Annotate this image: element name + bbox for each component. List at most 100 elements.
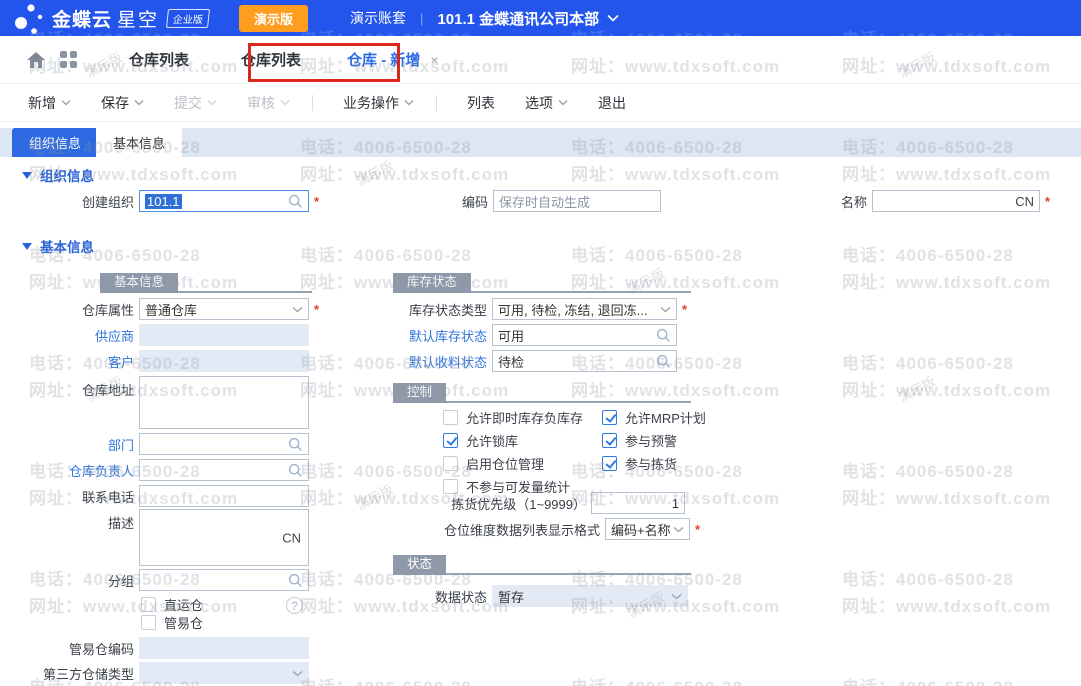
default-receive-input[interactable]: 待检 (492, 350, 677, 372)
demo-version-button[interactable]: 演示版 (239, 5, 308, 32)
checkbox-guanyi: 管易仓 (141, 613, 203, 632)
group-status: 状态 (393, 555, 691, 575)
guanyi-code-input (139, 637, 309, 659)
options-button[interactable]: 选项 (525, 93, 568, 113)
address-textarea[interactable] (139, 376, 309, 429)
required-mark: * (695, 522, 700, 537)
mrp-checkbox[interactable] (602, 410, 617, 425)
bin-display-format-select[interactable]: 编码+名称 (605, 518, 690, 540)
business-operation-button[interactable]: 业务操作 (343, 93, 414, 113)
data-status-value: 暂存 (498, 587, 524, 606)
default-inventory-input[interactable]: 可用 (492, 324, 677, 346)
create-org-input[interactable]: 101.1 (139, 190, 309, 212)
warehouse-attr-select[interactable]: 普通仓库 (139, 298, 309, 320)
field-default-inventory: 默认库存状态 可用 (393, 324, 677, 346)
field-inventory-type: 库存状态类型 可用, 待检, 冻结, 退回冻... * (393, 298, 687, 320)
subtab-band: 组织信息 基本信息 (0, 128, 1081, 157)
toolbar-separator (312, 95, 313, 111)
default-receive-value: 待检 (498, 352, 524, 371)
data-status-select: 暂存 (492, 585, 688, 607)
new-button[interactable]: 新增 (28, 93, 71, 113)
warning-checkbox[interactable] (602, 433, 617, 448)
section-basic-info-header[interactable]: 基本信息 (22, 236, 94, 256)
required-mark: * (314, 302, 319, 317)
search-icon[interactable] (656, 354, 671, 369)
create-org-label: 创建组织 (22, 192, 134, 211)
submit-button[interactable]: 提交 (174, 93, 217, 113)
group-input[interactable] (139, 569, 309, 591)
exit-button[interactable]: 退出 (598, 93, 626, 113)
guanyi-checkbox[interactable] (141, 615, 156, 630)
department-label[interactable]: 部门 (22, 435, 134, 454)
chevron-down-icon (607, 14, 619, 22)
search-icon[interactable] (288, 573, 303, 588)
close-icon[interactable]: × (430, 52, 438, 68)
logo-text-main: 金蝶云 (52, 5, 112, 32)
subtab-org-info[interactable]: 组织信息 (12, 128, 98, 157)
required-mark: * (1045, 194, 1050, 209)
checkbox-neg-inventory: 允许即时库存负库存 (443, 408, 583, 427)
menu-grid-icon[interactable] (60, 51, 77, 68)
tab-warehouse-new[interactable]: 仓库 - 新增× (347, 49, 439, 70)
field-third-party-type: 第三方仓储类型 (22, 662, 309, 684)
group-inventory-status-badge: 库存状态 (393, 273, 471, 293)
supplier-label[interactable]: 供应商 (22, 326, 134, 345)
name-locale-suffix: CN (1015, 194, 1034, 209)
tab-warehouse-list-1[interactable]: 仓库列表 (129, 49, 189, 70)
chevron-down-icon (292, 306, 303, 313)
field-create-org: 创建组织 101.1 * (22, 190, 319, 212)
description-textarea[interactable]: CN (139, 509, 309, 566)
field-description: 描述 CN (22, 509, 309, 566)
help-icon[interactable]: ? (286, 597, 303, 614)
chevron-down-icon (61, 99, 71, 106)
list-button[interactable]: 列表 (467, 93, 495, 113)
customer-input (139, 350, 309, 372)
chevron-down-icon (673, 526, 684, 533)
save-button[interactable]: 保存 (101, 93, 144, 113)
chevron-down-icon (660, 306, 671, 313)
name-input[interactable]: CN (872, 190, 1040, 212)
chevron-down-icon (671, 593, 682, 600)
field-pick-priority: 拣货优先级（1~9999） 1 (390, 492, 685, 514)
inventory-type-value: 可用, 待检, 冻结, 退回冻... (498, 300, 648, 319)
search-icon[interactable] (288, 437, 303, 452)
pick-priority-input[interactable]: 1 (591, 492, 685, 514)
name-label: 名称 (795, 192, 867, 211)
audit-button[interactable]: 审核 (247, 93, 290, 113)
field-supplier: 供应商 (22, 324, 309, 346)
search-icon[interactable] (288, 463, 303, 478)
contact-phone-input[interactable] (139, 485, 309, 507)
bin-display-format-value: 编码+名称 (611, 520, 671, 539)
customer-label[interactable]: 客户 (22, 352, 134, 371)
bin-mgmt-checkbox[interactable] (443, 456, 458, 471)
home-icon[interactable] (26, 51, 46, 69)
allow-lock-checkbox[interactable] (443, 433, 458, 448)
topbar-divider: | (420, 11, 423, 26)
company-selector[interactable]: 101.1 金蝶通讯公司本部 (437, 8, 619, 29)
tab-warehouse-list-2[interactable]: 仓库列表 (241, 49, 301, 70)
chevron-down-icon (134, 99, 144, 106)
chevron-down-icon (404, 99, 414, 106)
picking-checkbox[interactable] (602, 456, 617, 471)
logo-text-sub: 星空 (117, 5, 159, 32)
toolbar-separator (436, 95, 437, 111)
search-icon[interactable] (656, 328, 671, 343)
chevron-down-icon (280, 99, 290, 106)
subtab-basic-info[interactable]: 基本信息 (96, 128, 182, 157)
pick-priority-value: 1 (672, 496, 679, 511)
code-input[interactable]: 保存时自动生成 (493, 190, 661, 212)
search-icon[interactable] (288, 194, 303, 209)
inventory-type-select[interactable]: 可用, 待检, 冻结, 退回冻... (492, 298, 677, 320)
field-address: 仓库地址 (22, 376, 309, 429)
department-input[interactable] (139, 433, 309, 455)
account-set-label[interactable]: 演示账套 (350, 8, 406, 28)
default-inventory-value: 可用 (498, 326, 524, 345)
default-inventory-label[interactable]: 默认库存状态 (393, 326, 487, 345)
chevron-down-icon (558, 99, 568, 106)
neg-inventory-checkbox[interactable] (443, 410, 458, 425)
default-receive-label[interactable]: 默认收料状态 (393, 352, 487, 371)
manager-input[interactable] (139, 459, 309, 481)
section-org-info-header[interactable]: 组织信息 (22, 165, 94, 185)
manager-label[interactable]: 仓库负责人 (22, 461, 134, 480)
direct-ship-checkbox[interactable] (141, 597, 156, 612)
